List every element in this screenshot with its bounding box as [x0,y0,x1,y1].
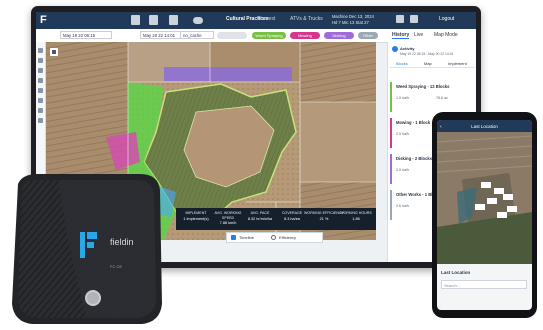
ruler-icon[interactable] [38,108,43,113]
stat-working-hours: WORKING HOURS 1.86 [340,211,372,221]
group-rate: 1.5 ha/h [396,96,409,100]
group-title: Mowing - 1 Block [396,120,431,125]
group-title: Disking - 2 Blocks [396,156,433,161]
field-block[interactable] [300,42,376,102]
pin-icon[interactable] [38,78,43,83]
report-icon[interactable] [169,15,178,25]
efficiency-radio-icon[interactable] [271,235,276,240]
filter-icon[interactable] [38,58,43,63]
machine-status: Machine Dec 13, 2024 Hd 7 Mic 13 Stat 27 [332,14,374,26]
group-weed-spraying[interactable]: Weed Spraying - 12 Blocks 1.5 ha/h 78.6 … [390,82,476,112]
tab-map-mode[interactable]: Map Mode [434,32,458,38]
phone-search-input[interactable]: Search... [441,280,527,289]
phone-title: Last Location [471,124,498,129]
group-rate: 2.5 ha/h [396,132,409,136]
clipboard-icon[interactable] [131,15,140,25]
notifications-icon[interactable] [396,15,404,23]
start-date-field[interactable]: May 19 22 06:15 [60,31,112,39]
group-area: 78.6 ac [436,96,448,100]
subtab-map[interactable]: Map [424,61,432,66]
device-brand: fieldin [110,237,134,247]
fieldin-tracker-device: fieldin FC CE [12,174,162,324]
settings-icon[interactable] [410,15,418,23]
timeline-icon[interactable] [231,235,236,240]
disking-area[interactable] [164,67,292,81]
calendar-icon[interactable] [38,88,43,93]
chart-icon[interactable] [38,98,43,103]
activity-icon [392,46,398,52]
timeline-label[interactable]: Timeline [239,233,254,242]
phone-map[interactable] [437,132,532,264]
fieldin-logo: F [40,14,47,26]
phone-screen: ‹ Last Location Last Location Search... [437,120,532,310]
last-location-title: Last Location [441,270,471,275]
layers-icon[interactable] [38,48,43,53]
implement-select[interactable]: no_cache [180,31,214,39]
filter-pill-weed-spraying[interactable]: Weed Spraying [252,32,286,39]
nav-harvest[interactable]: Harvest [258,16,275,22]
activity-dates: May 19 22 06:15 - May 20 22 14:01 [400,52,454,56]
filter-pill-other[interactable]: Other [358,32,378,39]
apply-button[interactable] [217,32,247,39]
download-icon[interactable] [38,118,43,123]
tab-history[interactable]: History [392,32,410,39]
group-rate: 3.5 ha/h [396,168,409,172]
nav-atvs-trucks[interactable]: ATVs & Trucks [290,16,323,22]
subtab-implement[interactable]: Implement [448,61,467,66]
phone-header: ‹ Last Location [437,120,532,132]
efficiency-label[interactable]: Efficiency [279,233,296,242]
filter-row: May 19 22 06:15 May 20 22 14:01 no_cache… [36,29,476,43]
field-block[interactable] [300,102,376,182]
group-rate: 2.6 ha/h [396,204,409,208]
machine-status-line2: Hd 7 Mic 13 Stat 27 [332,20,369,25]
activity-title: Activity [400,46,415,51]
group-title: Weed Spraying - 12 Blocks [396,84,450,89]
stats-bar: IMPLEMENT 1 Implement(s) AVG. WORKING SPE… [176,208,376,230]
tab-live[interactable]: Live [414,32,423,38]
tractor-icon[interactable] [38,68,43,73]
timeline-toggle: Timeline Efficiency [226,232,323,243]
device-certification: FC CE [110,264,122,269]
filter-pill-mowing[interactable]: Mowing [290,32,320,39]
weather-icon[interactable] [193,17,203,24]
subtab-blocks[interactable]: Blocks [396,61,408,66]
tractor-icon[interactable] [149,15,158,25]
logout-button[interactable]: Logout [439,16,454,22]
filter-pill-disking[interactable]: Disking [324,32,354,39]
top-nav-bar: F Cultural Practices Harvest ATVs & Truc… [36,12,476,29]
